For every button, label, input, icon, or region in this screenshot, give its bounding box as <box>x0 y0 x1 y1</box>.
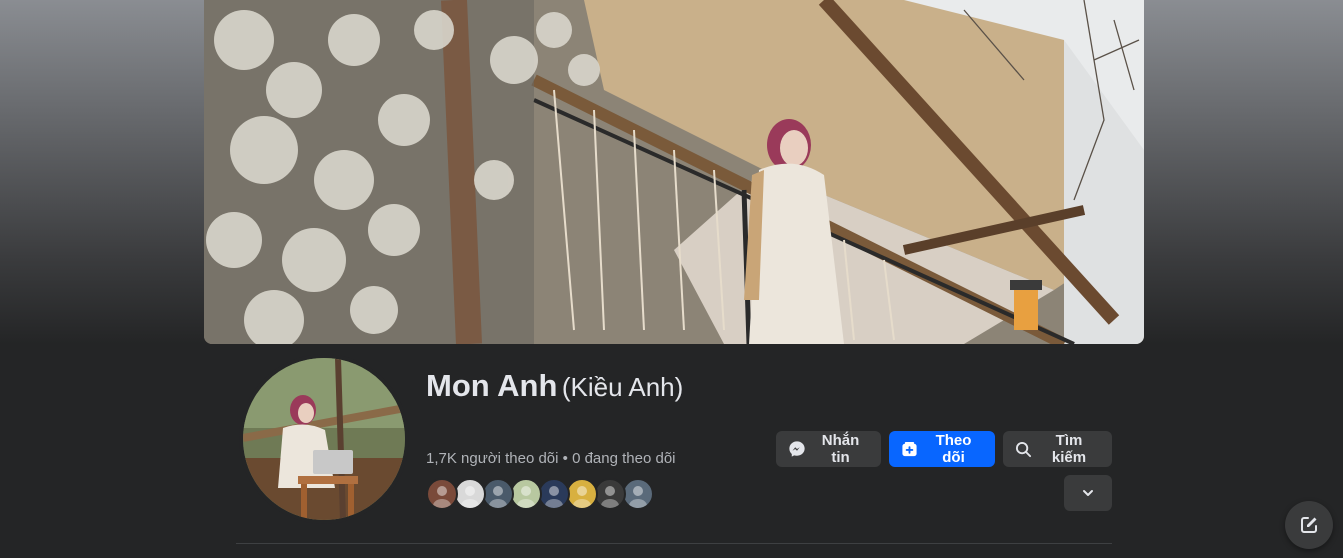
follow-button-label: Theo dõi <box>935 432 972 466</box>
section-divider <box>236 543 1112 544</box>
followers-count-link[interactable]: 1,7K người theo dõi <box>426 450 558 467</box>
follower-avatar-7[interactable] <box>594 478 626 510</box>
follow-button[interactable]: Theo dõi <box>889 431 995 467</box>
message-button[interactable]: Nhắn tin <box>776 431 881 467</box>
profile-name: Mon Anh (Kiều Anh) <box>426 366 746 412</box>
profile-picture[interactable] <box>239 354 409 524</box>
stats-separator: • <box>558 450 573 467</box>
search-icon <box>1015 441 1032 458</box>
new-message-button[interactable] <box>1285 501 1333 549</box>
profile-alternate-name: (Kiều Anh) <box>561 372 684 402</box>
messenger-icon <box>788 440 806 458</box>
following-count-link[interactable]: 0 đang theo dõi <box>572 450 675 467</box>
more-options-button[interactable] <box>1064 475 1112 511</box>
search-button[interactable]: Tìm kiếm <box>1003 431 1112 467</box>
follower-avatar-5[interactable] <box>538 478 570 510</box>
follower-avatar-1[interactable] <box>426 478 458 510</box>
follower-avatar-8[interactable] <box>622 478 654 510</box>
message-button-label: Nhắn tin <box>821 432 860 466</box>
profile-display-name: Mon Anh <box>426 368 558 403</box>
follow-icon <box>901 441 918 458</box>
search-button-label: Tìm kiếm <box>1051 432 1087 466</box>
follower-avatar-6[interactable] <box>566 478 598 510</box>
chevron-down-icon <box>1081 486 1095 500</box>
follower-avatar-4[interactable] <box>510 478 542 510</box>
follower-avatar-2[interactable] <box>454 478 486 510</box>
compose-icon <box>1299 515 1319 535</box>
profile-follow-stats: 1,7K người theo dõi • 0 đang theo dõi <box>426 450 676 467</box>
cover-photo[interactable] <box>204 0 1144 344</box>
follower-avatar-3[interactable] <box>482 478 514 510</box>
